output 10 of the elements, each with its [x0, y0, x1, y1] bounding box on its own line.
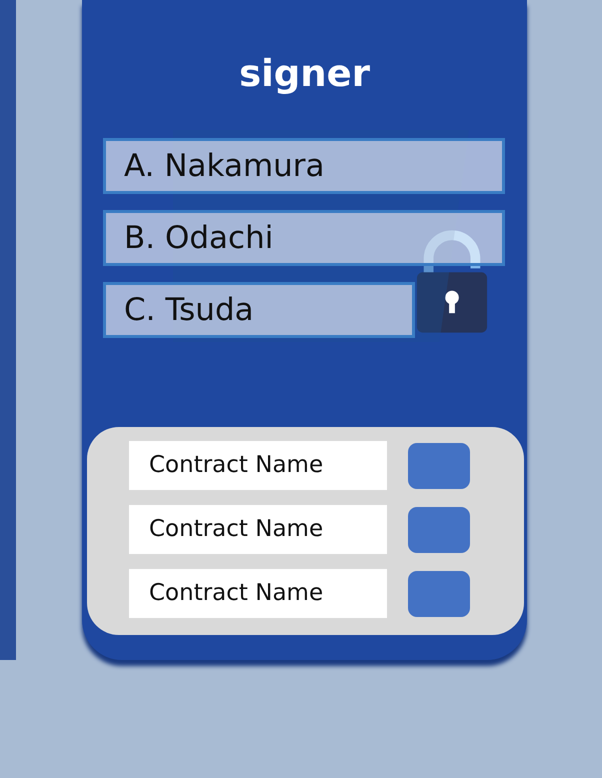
contract-button[interactable]	[408, 442, 470, 488]
contract-button[interactable]	[408, 506, 470, 552]
signer-field[interactable]: C. Tsuda	[103, 282, 415, 338]
signer-field[interactable]: B. Odachi	[103, 210, 505, 266]
signer-field[interactable]: A. Nakamura	[103, 138, 505, 194]
contract-name-label: Contract Name	[129, 505, 387, 554]
contract-name-label: Contract Name	[129, 569, 387, 618]
panel-title: signer	[238, 51, 371, 97]
contract-button[interactable]	[408, 570, 470, 616]
contract-name-label: Contract Name	[129, 441, 387, 490]
